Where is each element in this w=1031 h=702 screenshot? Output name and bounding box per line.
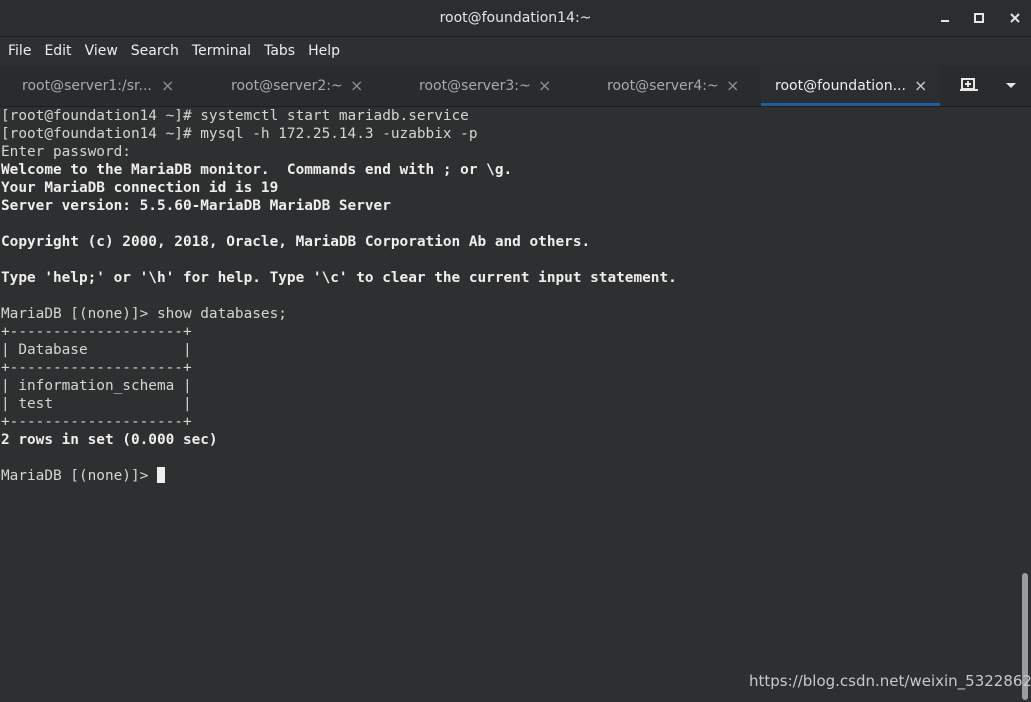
new-tab-icon [960,78,978,91]
new-tab-button[interactable] [955,74,983,96]
terminal-line: Enter password: [1,144,140,160]
menu-bar: File Edit View Search Terminal Tabs Help [0,37,1031,65]
menu-help[interactable]: Help [308,43,340,59]
maximize-button[interactable] [967,6,991,30]
terminal-area[interactable]: [root@foundation14 ~]# systemctl start m… [0,107,1021,702]
tab-server1[interactable]: root@server1:/sr... × [0,65,188,106]
terminal-output: [root@foundation14 ~]# systemctl start m… [1,107,677,485]
menu-edit[interactable]: Edit [44,43,71,59]
terminal-window: root@foundation14:~ File Edit View Searc… [0,0,1031,702]
tab-close-icon[interactable]: × [161,76,174,95]
minimize-icon [941,20,949,22]
terminal-line: [root@foundation14 ~]# mysql -h 172.25.1… [1,126,478,142]
terminal-line: Type 'help;' or '\h' for help. Type '\c'… [1,270,677,286]
terminal-line: Copyright (c) 2000, 2018, Oracle, MariaD… [1,234,591,250]
chevron-down-icon [1006,82,1016,88]
tab-server2[interactable]: root@server2:~ × [188,65,376,106]
menu-search[interactable]: Search [131,43,179,59]
terminal-line: [root@foundation14 ~]# systemctl start m… [1,108,469,124]
minimize-button[interactable] [933,6,957,30]
maximize-icon [974,13,984,23]
tab-server3[interactable]: root@server3:~ × [376,65,564,106]
terminal-scrollbar[interactable] [1021,107,1031,702]
terminal-line: Welcome to the MariaDB monitor. Commands… [1,162,513,178]
tab-bar: root@server1:/sr... × root@server2:~ × r… [0,65,1031,107]
tab-label: root@server1:/sr... [22,77,152,94]
terminal-line: MariaDB [(none)]> show databases; [1,306,287,322]
menu-terminal[interactable]: Terminal [192,43,251,59]
tab-label: root@server3:~ [419,77,531,94]
terminal-line: 2 rows in set (0.000 sec) [1,432,218,448]
tab-label: root@foundation... [775,77,906,94]
tab-close-icon[interactable]: × [538,76,551,95]
window-title: root@foundation14:~ [439,10,592,26]
terminal-line: | information_schema | [1,378,192,394]
tab-label: root@server4:~ [607,77,719,94]
tab-label: root@server2:~ [231,77,343,94]
terminal-line: | test | [1,396,192,412]
terminal-prompt: MariaDB [(none)]> [1,468,157,484]
terminal-line: +--------------------+ [1,414,192,430]
watermark: https://blog.csdn.net/weixin_53228623 [749,672,1031,690]
terminal-line: Your MariaDB connection id is 19 [1,180,279,196]
menu-view[interactable]: View [85,43,118,59]
terminal-line: Server version: 5.5.60-MariaDB MariaDB S… [1,198,391,214]
terminal-line: | Database | [1,342,192,358]
terminal-line: +--------------------+ [1,324,192,340]
terminal-line: +--------------------+ [1,360,192,376]
close-window-button[interactable] [1003,6,1027,30]
tab-close-icon[interactable]: × [350,76,363,95]
tab-foundation14[interactable]: root@foundation... × [761,65,940,106]
close-icon [1010,13,1020,23]
menu-tabs[interactable]: Tabs [264,43,295,59]
terminal-prompt-line: MariaDB [(none)]> [1,467,677,485]
title-bar[interactable]: root@foundation14:~ [0,0,1031,37]
tab-close-icon[interactable]: × [914,76,927,95]
active-tab-indicator [761,103,940,106]
tab-menu-button[interactable] [1000,74,1022,96]
text-cursor [156,467,165,483]
tab-server4[interactable]: root@server4:~ × [564,65,761,106]
tab-close-icon[interactable]: × [726,76,739,95]
menu-file[interactable]: File [8,43,31,59]
